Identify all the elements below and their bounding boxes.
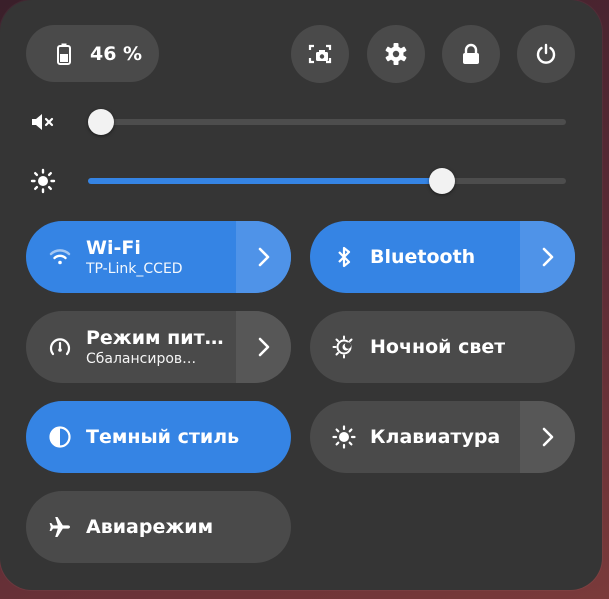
keyboard-toggle[interactable]: Клавиатура [310,401,520,473]
keyboard-menu-button[interactable] [520,401,575,473]
wifi-toggle[interactable]: Wi-Fi TP-Link_CCED [26,221,236,293]
speaker-muted-icon[interactable] [30,112,66,132]
bluetooth-toggle[interactable]: Bluetooth [310,221,520,293]
dark-style-toggle[interactable]: Темный стиль [26,401,291,473]
bluetooth-menu-button[interactable] [520,221,575,293]
night-light-toggle[interactable]: Ночной свет [310,311,575,383]
airplane-icon [48,515,72,539]
volume-slider-row [30,107,570,137]
dark-style-title: Темный стиль [86,426,240,448]
airplane-mode-title: Авиарежим [86,516,214,538]
contrast-icon [48,425,72,449]
dark-style-tile[interactable]: Темный стиль [26,401,291,473]
night-light-title: Ночной свет [370,336,506,358]
screenshot-button[interactable] [291,25,349,83]
power-mode-title: Режим пит… [86,327,224,349]
airplane-mode-toggle[interactable]: Авиарежим [26,491,291,563]
wifi-title: Wi-Fi [86,237,141,259]
power-mode-menu-button[interactable] [236,311,291,383]
battery-icon [52,42,76,66]
bluetooth-title: Bluetooth [370,246,476,268]
wifi-menu-button[interactable] [236,221,291,293]
brightness-slider-track[interactable] [88,168,566,194]
keyboard-title: Клавиатура [370,426,501,448]
battery-indicator[interactable]: 46 % [26,25,159,82]
brightness-icon [30,168,66,194]
power-mode-tile: Режим пит… Сбалансиров… [26,311,291,383]
brightness-slider-handle[interactable] [428,168,455,194]
brightness-slider-row [30,166,570,196]
keyboard-brightness-icon [332,425,356,449]
power-mode-toggle[interactable]: Режим пит… Сбалансиров… [26,311,236,383]
quick-settings-panel: 46 % Wi-Fi TP-Link_CCED Bluetooth Режим … [0,0,602,590]
keyboard-tile: Клавиатура [310,401,575,473]
speedometer-icon [48,335,72,359]
settings-button[interactable] [367,25,425,83]
power-mode-value: Сбалансиров… [86,351,197,367]
volume-slider-track[interactable] [88,109,566,135]
wifi-tile: Wi-Fi TP-Link_CCED [26,221,291,293]
chevron-right-icon [258,337,270,357]
chevron-right-icon [258,247,270,267]
lock-button[interactable] [442,25,500,83]
brightness-slider-fill [88,178,442,184]
bluetooth-tile: Bluetooth [310,221,575,293]
battery-percentage: 46 % [90,42,143,65]
lock-icon [459,42,483,66]
chevron-right-icon [542,427,554,447]
night-light-icon [332,335,356,359]
bluetooth-icon [332,245,356,269]
screenshot-icon [308,42,332,66]
wifi-network-name: TP-Link_CCED [86,261,183,277]
wifi-icon [48,245,72,269]
night-light-tile[interactable]: Ночной свет [310,311,575,383]
power-icon [534,42,558,66]
gear-icon [384,42,408,66]
power-button[interactable] [517,25,575,83]
chevron-right-icon [542,247,554,267]
airplane-mode-tile[interactable]: Авиарежим [26,491,291,563]
volume-slider-handle[interactable] [88,109,114,135]
